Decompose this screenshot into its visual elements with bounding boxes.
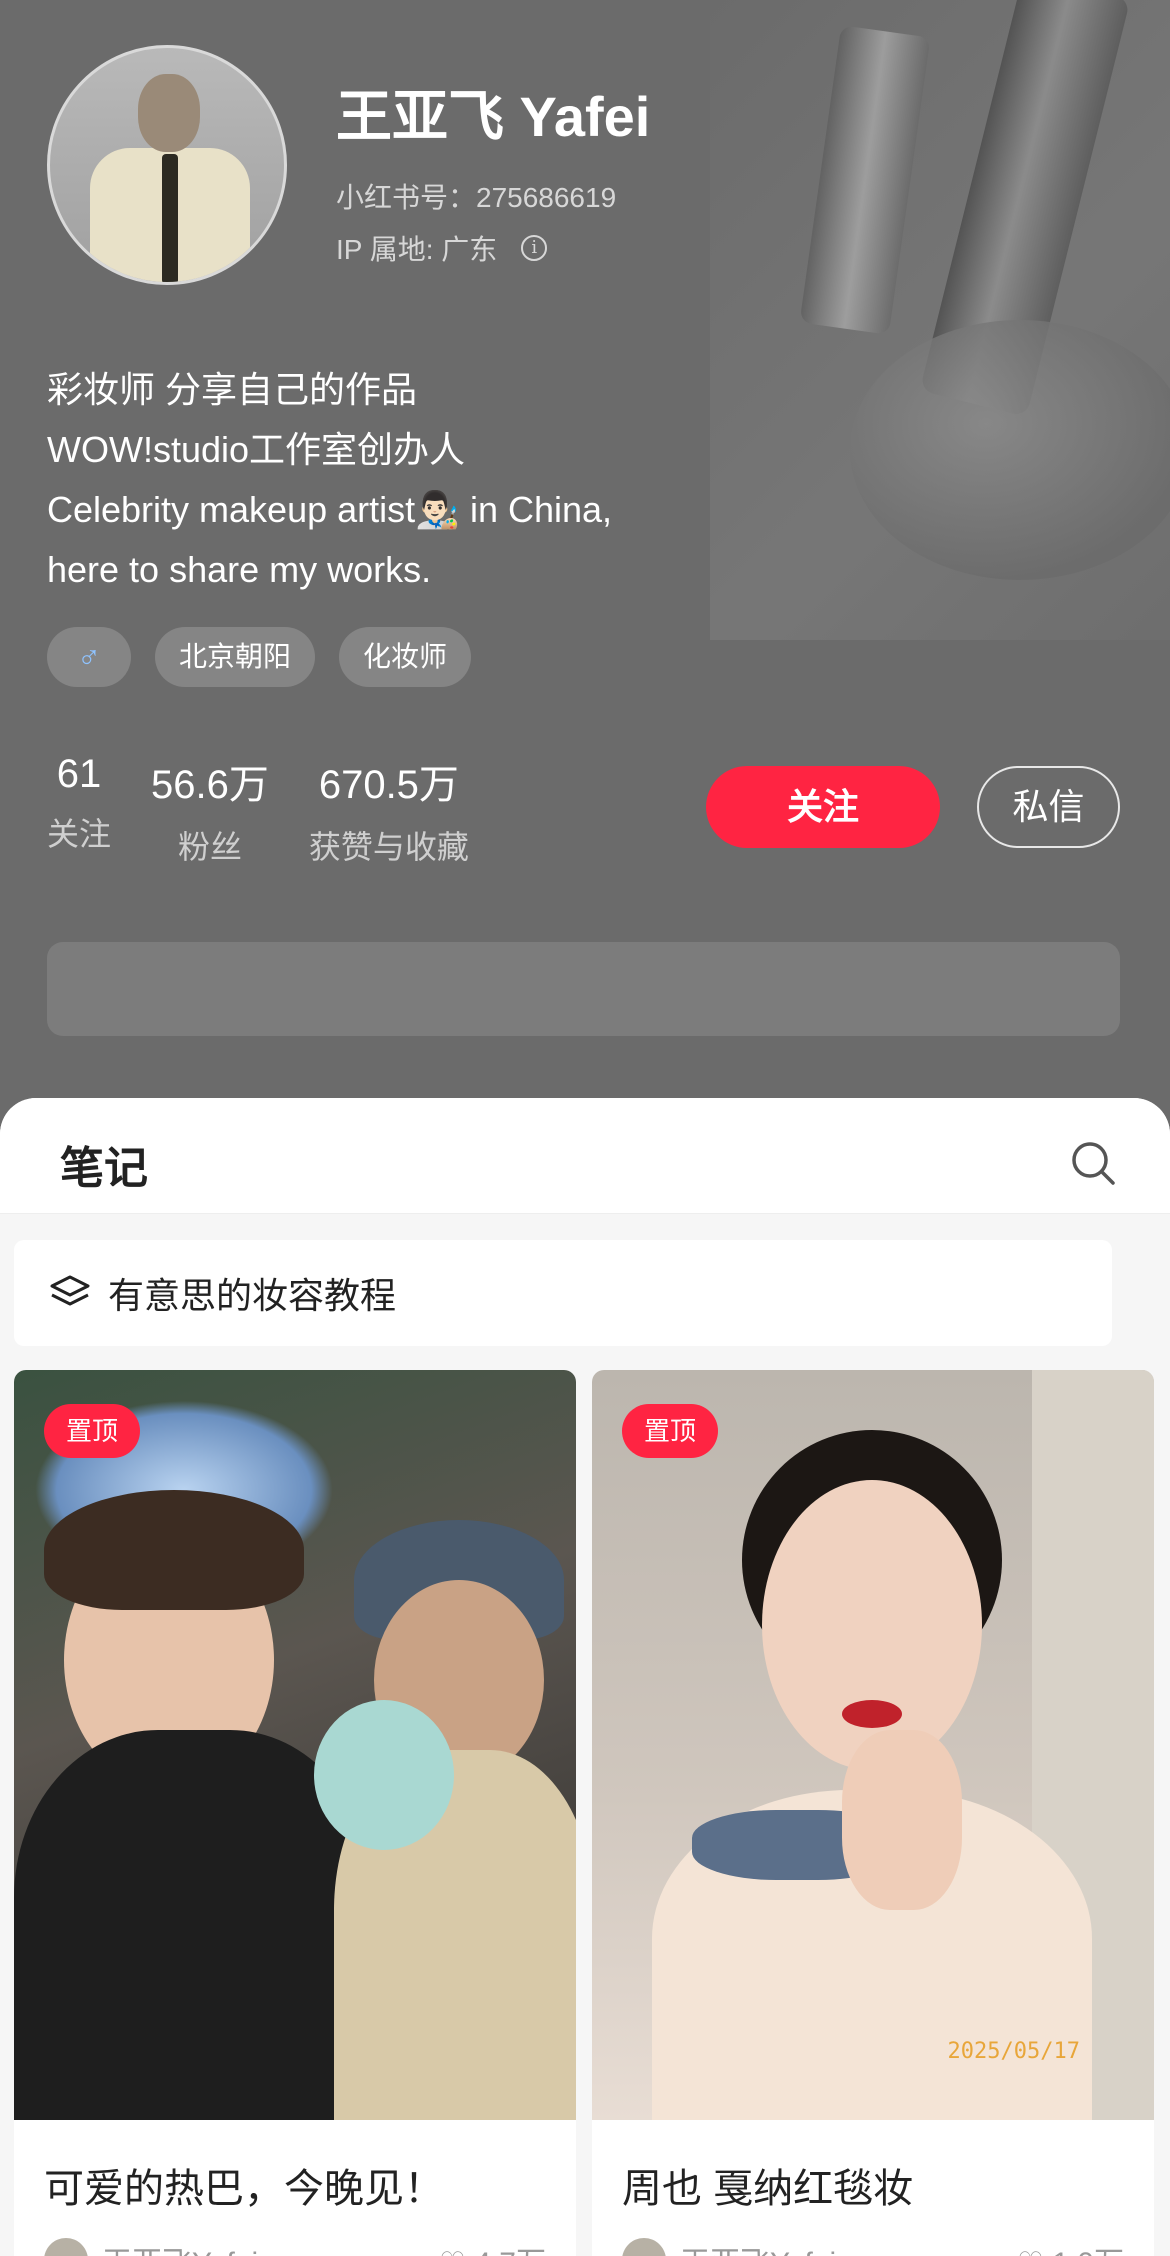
bio-line: here to share my works. <box>47 549 432 590</box>
profile-ip-location[interactable]: IP 属地: 广东 i <box>336 228 548 268</box>
author-avatar <box>622 2238 666 2256</box>
like-count: 1.0万 <box>1052 2247 1124 2256</box>
brush-illustration <box>799 25 931 335</box>
profile-name: 王亚飞 Yafei <box>336 85 651 148</box>
note-card[interactable]: 2025/05/17 置顶 周也 戛纳红毯妆 王亚飞Yafei ♡ 1.0万 <box>592 1370 1154 2256</box>
bio-line: Celebrity makeup artist👨🏻‍🎨 in China, <box>47 489 613 530</box>
photo-date-stamp: 2025/05/17 <box>947 2039 1080 2064</box>
stat-label: 粉丝 <box>177 829 242 865</box>
profile-tags: ♂ 北京朝阳 化妆师 <box>47 627 472 687</box>
profile-id[interactable]: 小红书号：275686619 <box>336 176 616 216</box>
collection-entry[interactable]: 有意思的妆容教程 <box>14 1240 1112 1346</box>
like-count: 4.7万 <box>474 2247 546 2256</box>
note-title: 周也 戛纳红毯妆 <box>622 2167 914 2211</box>
note-likes[interactable]: ♡ 4.7万 <box>439 2238 546 2256</box>
stat-following[interactable]: 61 关注 <box>47 752 111 868</box>
stat-label: 获赞与收藏 <box>308 829 469 865</box>
header-background-art <box>710 0 1170 640</box>
pinned-badge: 置顶 <box>44 1404 141 1458</box>
pinned-badge: 置顶 <box>622 1404 719 1458</box>
profile-stats: 61 关注 56.6万 粉丝 670.5万 获赞与收藏 <box>47 752 469 868</box>
location-tag[interactable]: 北京朝阳 <box>155 627 316 687</box>
message-button[interactable]: 私信 <box>977 766 1120 848</box>
figure-lips <box>842 1700 902 1728</box>
avatar-head <box>138 74 200 152</box>
figure-plush-toy <box>314 1700 454 1850</box>
stat-likes-collections[interactable]: 670.5万 获赞与收藏 <box>309 752 469 868</box>
author-name: 王亚飞Yafei <box>102 2238 258 2256</box>
stat-followers[interactable]: 56.6万 粉丝 <box>151 752 269 868</box>
note-card[interactable]: 置顶 可爱的热巴，今晚见！ 王亚飞Yafei ♡ 4.7万 <box>14 1370 576 2256</box>
gender-tag: ♂ <box>47 627 131 687</box>
collection-label: 有意思的妆容教程 <box>108 1275 397 1316</box>
author-name: 王亚飞Yafei <box>680 2238 836 2256</box>
stat-number: 61 <box>56 752 102 796</box>
note-likes[interactable]: ♡ 1.0万 <box>1017 2238 1124 2256</box>
stat-number: 670.5万 <box>318 763 459 807</box>
note-cover-image: 置顶 <box>14 1370 576 2120</box>
notes-header: 笔记 <box>0 1098 1170 1214</box>
figure-woman-hair <box>44 1490 304 1610</box>
avatar-tie <box>162 154 178 282</box>
search-icon[interactable] <box>1070 1140 1116 1186</box>
stat-label: 关注 <box>47 816 112 852</box>
note-title: 可爱的热巴，今晚见！ <box>44 2167 444 2211</box>
bio-line: WOW!studio工作室创办人 <box>47 429 466 470</box>
profile-avatar[interactable] <box>47 45 287 285</box>
stat-number: 56.6万 <box>151 763 269 807</box>
notes-title: 笔记 <box>60 1144 148 1193</box>
blurred-banner[interactable] <box>47 942 1120 1036</box>
note-author[interactable]: 王亚飞Yafei <box>622 2238 836 2256</box>
layers-icon <box>50 1275 90 1306</box>
profession-tag[interactable]: 化妆师 <box>339 627 472 687</box>
note-cover-image: 2025/05/17 置顶 <box>592 1370 1154 2120</box>
info-icon[interactable]: i <box>521 235 548 261</box>
profile-bio: 彩妆师 分享自己的作品 WOW!studio工作室创办人 Celebrity m… <box>47 360 747 600</box>
author-avatar <box>44 2238 88 2256</box>
ip-text: IP 属地: 广东 <box>336 234 498 265</box>
figure-hand <box>842 1730 962 1910</box>
notes-sheet: 笔记 有意思的妆容教程 置顶 可爱的热巴，今晚见！ 王亚飞Yafei <box>0 1098 1170 2256</box>
bio-line: 彩妆师 分享自己的作品 <box>47 369 418 410</box>
note-author[interactable]: 王亚飞Yafei <box>44 2238 258 2256</box>
follow-button[interactable]: 关注 <box>706 766 940 848</box>
hand-illustration <box>850 320 1170 580</box>
